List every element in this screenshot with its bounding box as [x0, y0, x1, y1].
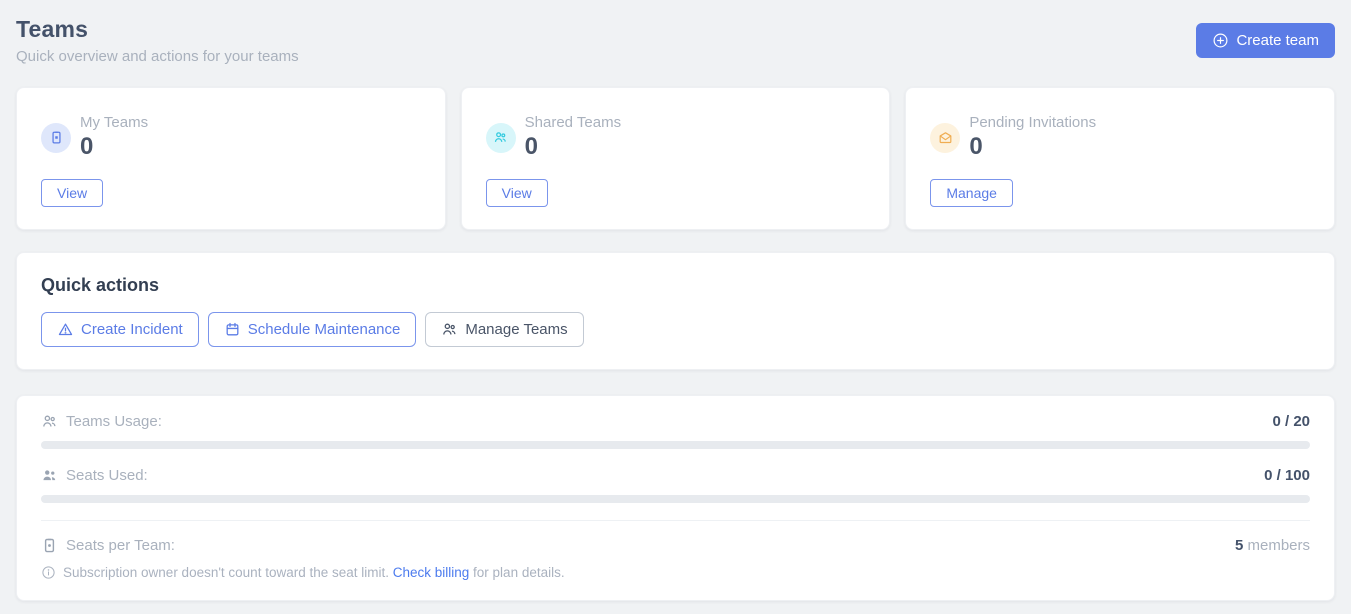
- manage-invitations-button[interactable]: Manage: [930, 179, 1013, 207]
- quick-actions-panel: Quick actions Create Incident Schedule M…: [16, 252, 1335, 370]
- card-pending-invitations: Pending Invitations 0 Manage: [905, 87, 1335, 230]
- quick-actions-heading: Quick actions: [41, 275, 1310, 296]
- card-label: Pending Invitations: [969, 114, 1096, 131]
- warning-icon: [57, 321, 74, 338]
- page-header: Teams Quick overview and actions for you…: [16, 16, 1335, 65]
- seat-limit-note: Subscription owner doesn't count toward …: [41, 565, 1310, 580]
- check-billing-link[interactable]: Check billing: [393, 565, 470, 580]
- plus-circle-icon: [1212, 32, 1229, 49]
- id-badge-icon: [41, 537, 58, 554]
- header-text: Teams Quick overview and actions for you…: [16, 16, 299, 65]
- users-icon: [486, 123, 516, 153]
- note-text-before: Subscription owner doesn't count toward …: [63, 565, 393, 580]
- teams-usage-label-group: Teams Usage:: [41, 413, 162, 430]
- stats-cards-row: My Teams 0 View Shared Teams 0 View: [16, 87, 1335, 230]
- seats-used-value: 0 / 100: [1264, 467, 1310, 484]
- info-icon: [41, 565, 56, 580]
- card-value: 0: [80, 133, 148, 161]
- teams-usage-row: Teams Usage: 0 / 20: [41, 413, 1310, 430]
- card-text: Shared Teams 0: [525, 114, 621, 161]
- usage-divider: [41, 520, 1310, 521]
- quick-actions-buttons: Create Incident Schedule Maintenance Man…: [41, 312, 1310, 347]
- card-value: 0: [525, 133, 621, 161]
- card-shared-teams: Shared Teams 0 View: [461, 87, 891, 230]
- seats-per-team-unit: members: [1243, 537, 1310, 554]
- users-icon: [441, 321, 458, 338]
- seats-per-team-row: Seats per Team: 5 members: [41, 537, 1310, 554]
- schedule-maintenance-label: Schedule Maintenance: [248, 321, 401, 338]
- card-my-teams: My Teams 0 View: [16, 87, 446, 230]
- create-incident-button[interactable]: Create Incident: [41, 312, 199, 347]
- card-value: 0: [969, 133, 1096, 161]
- create-team-label: Create team: [1236, 32, 1319, 49]
- seats-per-team-label: Seats per Team:: [66, 537, 175, 554]
- id-badge-icon: [41, 123, 71, 153]
- card-top: Pending Invitations 0: [930, 114, 1310, 161]
- seats-used-label: Seats Used:: [66, 467, 148, 484]
- seats-used-row: Seats Used: 0 / 100: [41, 467, 1310, 484]
- teams-usage-value: 0 / 20: [1272, 413, 1310, 430]
- card-text: Pending Invitations 0: [969, 114, 1096, 161]
- manage-teams-button[interactable]: Manage Teams: [425, 312, 583, 347]
- manage-teams-label: Manage Teams: [465, 321, 567, 338]
- seats-per-team-label-group: Seats per Team:: [41, 537, 175, 554]
- card-label: My Teams: [80, 114, 148, 131]
- mail-open-icon: [930, 123, 960, 153]
- seats-used-label-group: Seats Used:: [41, 467, 148, 484]
- note-text: Subscription owner doesn't count toward …: [63, 565, 565, 580]
- view-shared-teams-button[interactable]: View: [486, 179, 548, 207]
- seats-used-progressbar: [41, 495, 1310, 503]
- page-title: Teams: [16, 16, 299, 43]
- card-text: My Teams 0: [80, 114, 148, 161]
- calendar-icon: [224, 321, 241, 338]
- create-team-button[interactable]: Create team: [1196, 23, 1335, 58]
- teams-page: Teams Quick overview and actions for you…: [0, 0, 1351, 601]
- teams-usage-progressbar: [41, 441, 1310, 449]
- view-my-teams-button[interactable]: View: [41, 179, 103, 207]
- card-top: Shared Teams 0: [486, 114, 866, 161]
- create-incident-label: Create Incident: [81, 321, 183, 338]
- schedule-maintenance-button[interactable]: Schedule Maintenance: [208, 312, 417, 347]
- seats-per-team-value: 5 members: [1235, 537, 1310, 554]
- users-filled-icon: [41, 467, 58, 484]
- note-text-after: for plan details.: [469, 565, 564, 580]
- card-label: Shared Teams: [525, 114, 621, 131]
- card-top: My Teams 0: [41, 114, 421, 161]
- page-subtitle: Quick overview and actions for your team…: [16, 48, 299, 65]
- users-outline-icon: [41, 413, 58, 430]
- usage-panel: Teams Usage: 0 / 20 Seats Used: 0 / 100: [16, 395, 1335, 601]
- teams-usage-label: Teams Usage:: [66, 413, 162, 430]
